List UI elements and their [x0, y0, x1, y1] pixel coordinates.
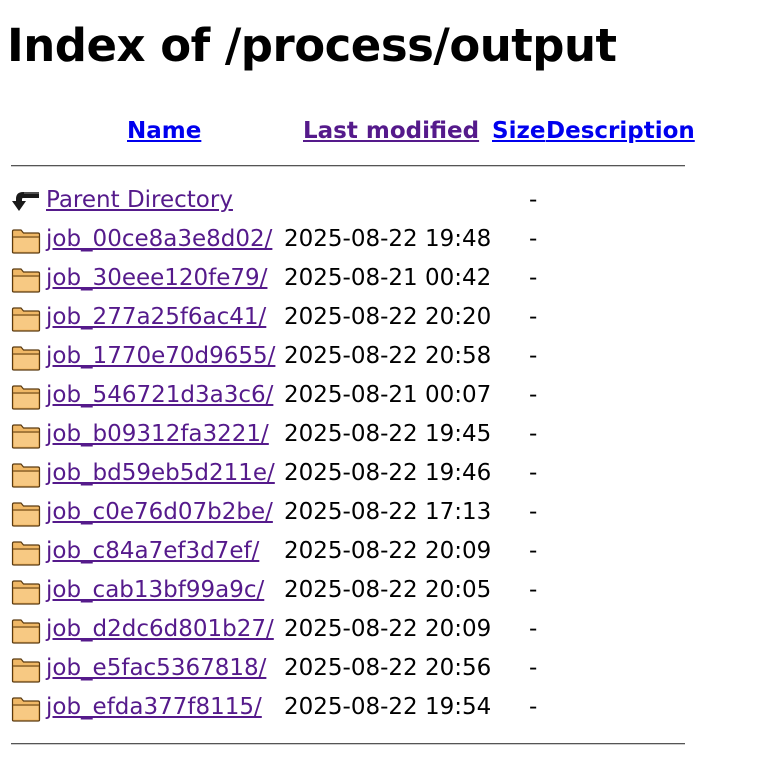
page-title: Index of /process/output: [7, 19, 617, 72]
last-modified: 2025-08-22 20:09: [284, 538, 492, 564]
last-modified: 2025-08-22 17:13: [284, 499, 492, 525]
folder-icon: [11, 228, 41, 254]
folder-icon: [11, 618, 41, 644]
size: -: [529, 616, 538, 642]
table-row: job_c84a7ef3d7ef/2025-08-22 20:09 -: [0, 534, 700, 573]
last-modified: 2025-08-22 19:54: [284, 694, 492, 720]
back-arrow-icon: [11, 189, 41, 215]
last-modified: 2025-08-22 19:46: [284, 460, 492, 486]
table-row: job_c0e76d07b2be/2025-08-22 17:13 -: [0, 495, 700, 534]
folder-link[interactable]: job_cab13bf99a9c/: [46, 575, 264, 605]
size: -: [529, 499, 538, 525]
size: -: [529, 694, 538, 720]
size: -: [529, 343, 538, 369]
table-row: job_cab13bf99a9c/2025-08-22 20:05 -: [0, 573, 700, 612]
last-modified: 2025-08-22 19:45: [284, 421, 492, 447]
sort-by-last-modified-link[interactable]: Last modified: [303, 116, 479, 146]
sort-by-name-link[interactable]: Name: [127, 116, 201, 146]
size: -: [529, 382, 538, 408]
table-row: job_b09312fa3221/2025-08-22 19:45 -: [0, 417, 700, 456]
folder-icon: [11, 306, 41, 332]
last-modified: 2025-08-22 20:56: [284, 655, 492, 681]
folder-link[interactable]: job_bd59eb5d211e/: [46, 458, 275, 488]
folder-icon: [11, 696, 41, 722]
size: -: [529, 265, 538, 291]
size: -: [529, 655, 538, 681]
table-row: job_546721d3a3c6/2025-08-21 00:07 -: [0, 378, 700, 417]
last-modified: 2025-08-22 20:58: [284, 343, 492, 369]
folder-icon: [11, 462, 41, 488]
last-modified: 2025-08-21 00:07: [284, 382, 492, 408]
folder-link[interactable]: job_b09312fa3221/: [46, 419, 269, 449]
folder-link[interactable]: job_30eee120fe79/: [46, 263, 267, 293]
folder-link[interactable]: job_efda377f8115/: [46, 692, 262, 722]
size: -: [529, 304, 538, 330]
size: -: [529, 421, 538, 447]
folder-link[interactable]: job_c0e76d07b2be/: [46, 497, 273, 527]
folder-link[interactable]: job_277a25f6ac41/: [46, 302, 266, 332]
table-row: job_efda377f8115/2025-08-22 19:54 -: [0, 690, 700, 729]
folder-icon: [11, 267, 41, 293]
last-modified: 2025-08-22 20:20: [284, 304, 492, 330]
folder-link[interactable]: job_d2dc6d801b27/: [46, 614, 274, 644]
folder-link[interactable]: job_c84a7ef3d7ef/: [46, 536, 259, 566]
size: -: [529, 538, 538, 564]
table-row: job_e5fac5367818/2025-08-22 20:56 -: [0, 651, 700, 690]
table-row: job_277a25f6ac41/2025-08-22 20:20 -: [0, 300, 700, 339]
table-row: job_d2dc6d801b27/2025-08-22 20:09 -: [0, 612, 700, 651]
sort-by-description-link[interactable]: Description: [546, 116, 695, 146]
size: -: [529, 460, 538, 486]
size: -: [529, 226, 538, 252]
folder-icon: [11, 657, 41, 683]
size: -: [529, 577, 538, 603]
footer-divider: [11, 743, 685, 745]
sort-by-size-link[interactable]: Size: [492, 116, 545, 146]
last-modified: 2025-08-22 20:05: [284, 577, 492, 603]
table-row: job_30eee120fe79/2025-08-21 00:42 -: [0, 261, 700, 300]
folder-icon: [11, 579, 41, 605]
table-row: job_1770e70d9655/2025-08-22 20:58 -: [0, 339, 700, 378]
folder-icon: [11, 384, 41, 410]
parent-directory-row: Parent Directory -: [0, 183, 700, 222]
folder-link[interactable]: job_00ce8a3e8d02/: [46, 224, 272, 254]
parent-directory-link[interactable]: Parent Directory: [46, 185, 233, 215]
folder-icon: [11, 540, 41, 566]
folder-link[interactable]: job_1770e70d9655/: [46, 341, 275, 371]
last-modified: 2025-08-21 00:42: [284, 265, 492, 291]
folder-icon: [11, 423, 41, 449]
last-modified: 2025-08-22 20:09: [284, 616, 492, 642]
parent-size: -: [529, 187, 538, 213]
folder-icon: [11, 345, 41, 371]
last-modified: 2025-08-22 19:48: [284, 226, 492, 252]
folder-link[interactable]: job_546721d3a3c6/: [46, 380, 273, 410]
folder-icon: [11, 501, 41, 527]
header-divider: [11, 165, 685, 167]
folder-link[interactable]: job_e5fac5367818/: [46, 653, 266, 683]
table-row: job_00ce8a3e8d02/2025-08-22 19:48 -: [0, 222, 700, 261]
table-row: job_bd59eb5d211e/2025-08-22 19:46 -: [0, 456, 700, 495]
